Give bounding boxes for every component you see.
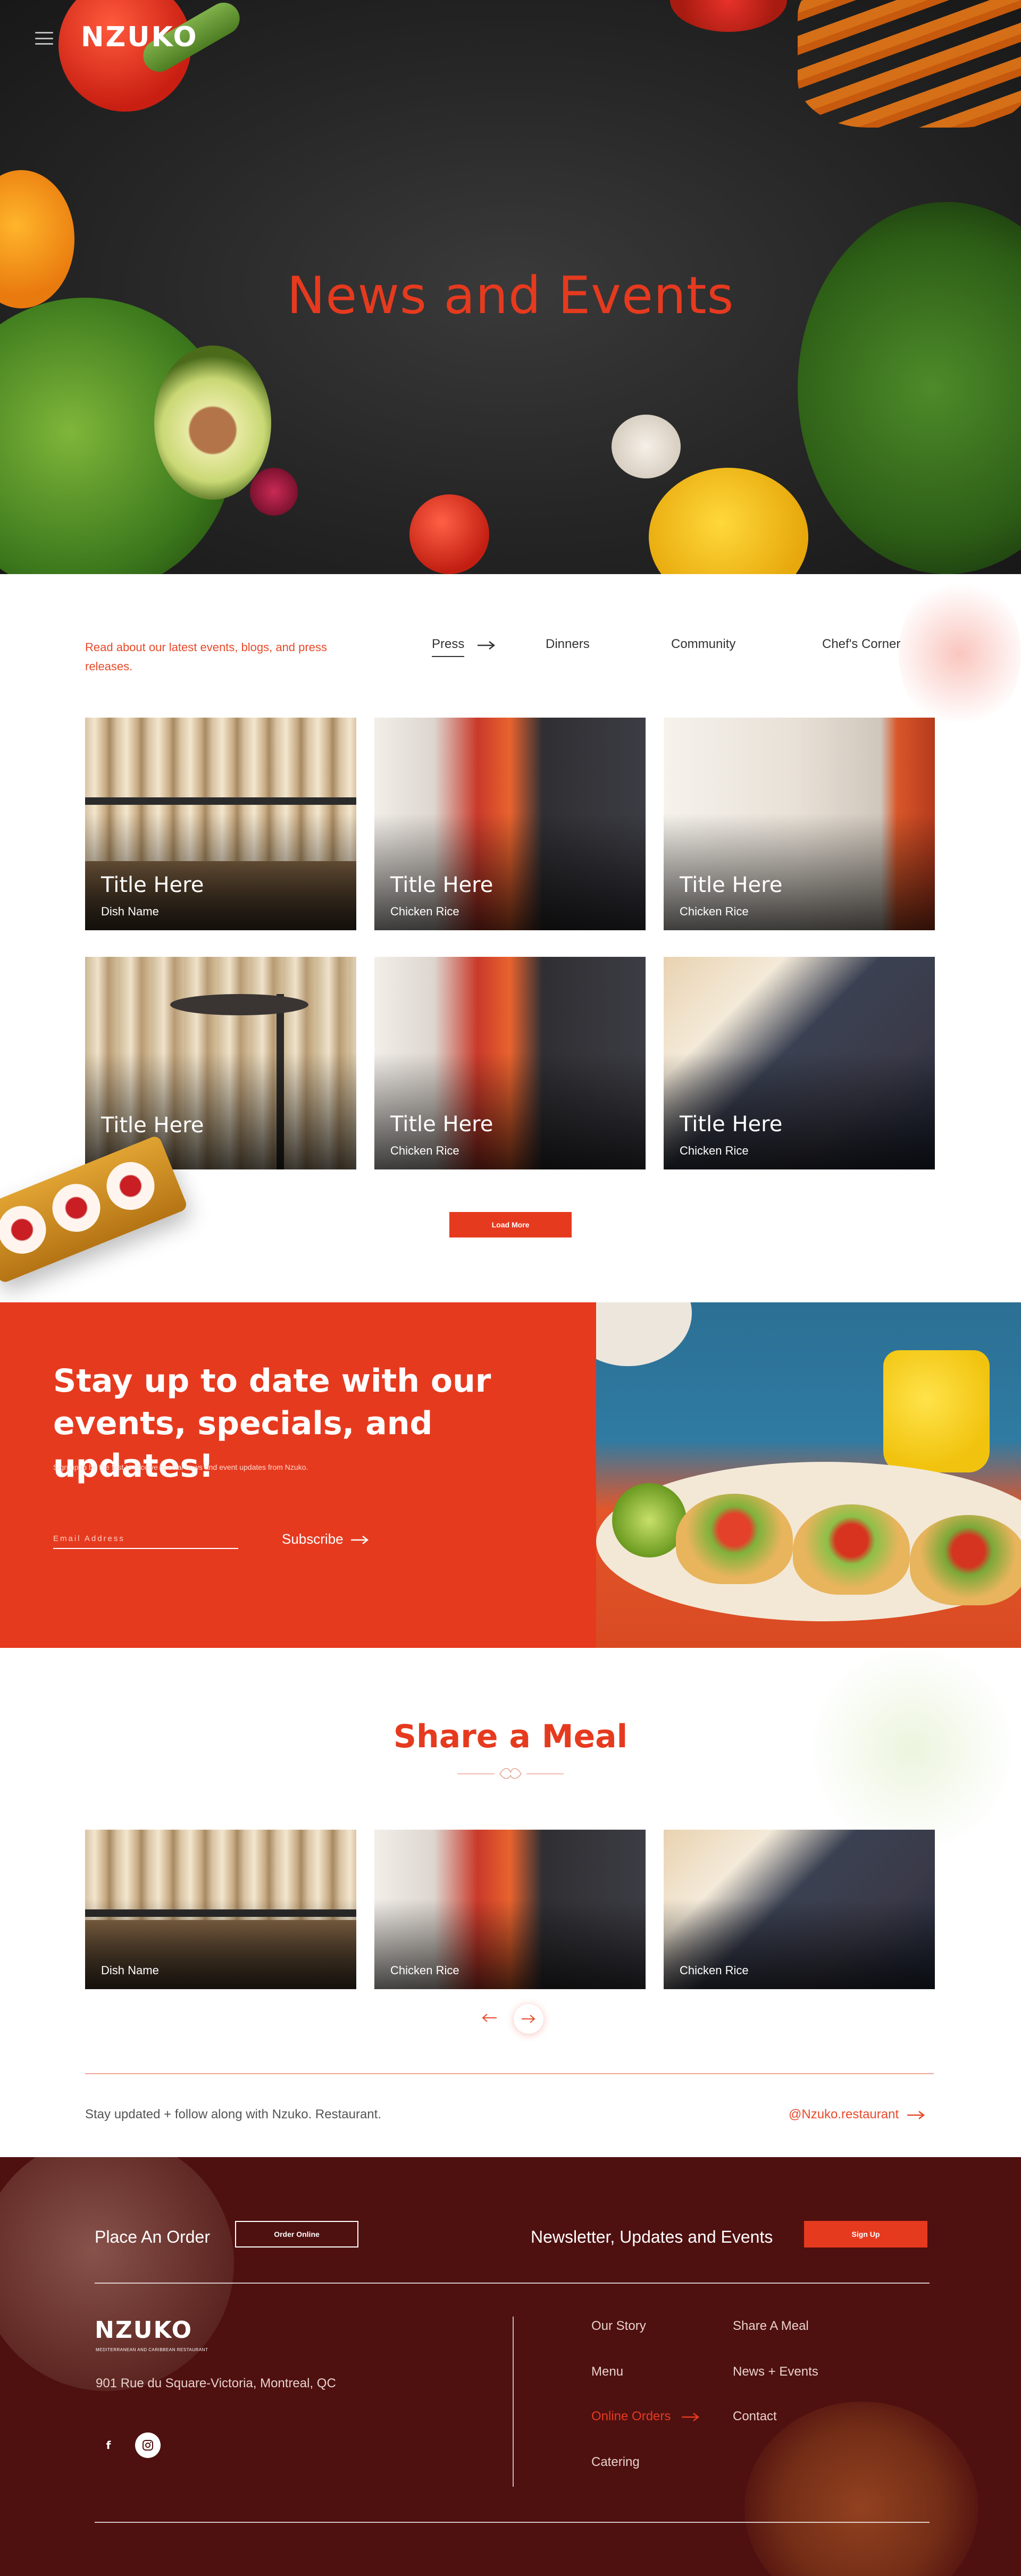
garlic-decoration [612,415,681,478]
footer-link-label: Online Orders [591,2409,671,2423]
page-title: News and Events [287,266,734,325]
tomato-small-decoration [409,494,489,574]
card-subtitle: Chicken Rice [680,905,749,918]
card-title: Title Here [101,873,204,897]
share-card[interactable]: Chicken Rice [664,1830,935,1989]
arrow-right-icon [907,2110,925,2119]
tab-chefs-corner[interactable]: Chef's Corner [822,637,900,652]
divider [95,2522,930,2523]
subscribe-button[interactable]: Subscribe [282,1531,369,1547]
newsletter-heading: Newsletter, Updates and Events [531,2227,773,2246]
card-title: Title Here [390,1112,493,1137]
load-more-button[interactable]: Load More [449,1212,572,1238]
follow-text: Stay updated + follow along with Nzuko. … [85,2107,381,2122]
card-subtitle: Dish Name [101,1964,159,1977]
avocado-decoration [154,346,271,500]
menu-icon[interactable] [35,32,53,45]
radish-decoration [250,468,298,516]
tab-press[interactable]: Press [432,637,465,657]
newsletter-subtitle: Sign up to be the first to receive speci… [53,1463,308,1471]
ornament-icon [457,1768,564,1779]
facebook-icon[interactable]: f [96,2432,121,2458]
logo-text: NZUKO [81,21,198,53]
tab-dinners[interactable]: Dinners [546,637,590,652]
arrow-right-icon [478,641,496,650]
logo-tagline: MEDITERRANEAN AND CARIBBEAN RESTAURANT [96,2347,208,2352]
next-button[interactable] [514,2004,543,2034]
card-title: Title Here [390,873,493,897]
footer-logo[interactable]: NZUKO MEDITERRANEAN AND CARIBBEAN RESTAU… [95,2317,212,2359]
arrow-right-icon [522,2015,535,2023]
card-subtitle: Chicken Rice [390,905,459,918]
footer-link-news-events[interactable]: News + Events [733,2364,818,2379]
carrots-decoration [798,0,1021,128]
divider [85,2073,934,2074]
instagram-handle: @Nzuko.restaurant [789,2107,899,2122]
footer-link-catering[interactable]: Catering [591,2455,640,2470]
card-subtitle: Chicken Rice [680,1144,749,1157]
news-card[interactable]: Title Here [85,957,356,1169]
sign-up-button[interactable]: Sign Up [804,2221,927,2247]
address: 901 Rue du Square-Victoria, Montreal, QC [96,2376,336,2390]
card-title: Title Here [680,873,783,897]
card-subtitle: Chicken Rice [390,1144,459,1157]
card-subtitle: Chicken Rice [680,1964,749,1977]
share-card[interactable]: Dish Name [85,1830,356,1989]
logo[interactable]: NZUKO [81,21,197,58]
lettuce-right-decoration [798,202,1021,574]
tab-community[interactable]: Community [671,637,735,652]
share-card[interactable]: Chicken Rice [374,1830,646,1989]
tacos-image [596,1302,1021,1648]
arrow-left-icon[interactable] [482,2013,498,2023]
footer-link-contact[interactable]: Contact [733,2409,777,2424]
hero-section: NZUKO News and Events [0,0,1021,574]
news-card[interactable]: Title Here Chicken Rice [664,718,935,930]
arrow-right-icon [350,1536,369,1545]
card-subtitle: Chicken Rice [390,1964,459,1977]
tomato-top-decoration [670,0,787,32]
divider [95,2283,930,2284]
order-heading: Place An Order [95,2227,210,2246]
instagram-handle-link[interactable]: @Nzuko.restaurant [789,2107,925,2122]
footer-link-online-orders[interactable]: Online Orders [591,2409,700,2424]
email-field[interactable] [53,1529,238,1549]
divider [513,2317,514,2487]
footer-link-menu[interactable]: Menu [591,2364,623,2379]
tomato-vine-decoration [899,574,1021,734]
order-online-button[interactable]: Order Online [235,2221,358,2247]
footer-link-share-a-meal[interactable]: Share A Meal [733,2319,809,2334]
card-subtitle: Dish Name [101,905,159,918]
card-title: Title Here [680,1112,783,1137]
news-card[interactable]: Title Here Chicken Rice [374,957,646,1169]
news-intro: Read about our latest events, blogs, and… [85,641,327,673]
yellow-pepper-decoration [649,468,808,574]
logo-text: NZUKO [95,2317,193,2344]
arrow-right-icon [682,2412,700,2421]
share-title: Share a Meal [393,1718,628,1755]
news-card[interactable]: Title Here Chicken Rice [664,957,935,1169]
instagram-icon[interactable] [135,2432,161,2458]
subscribe-label: Subscribe [282,1531,344,1547]
news-card[interactable]: Title Here Chicken Rice [374,718,646,930]
footer: Place An Order Order Online Newsletter, … [0,2157,1021,2576]
burger-decoration [744,2402,978,2576]
card-title: Title Here [101,1113,204,1138]
news-card[interactable]: Title Here Dish Name [85,718,356,930]
footer-link-our-story[interactable]: Our Story [591,2319,646,2334]
